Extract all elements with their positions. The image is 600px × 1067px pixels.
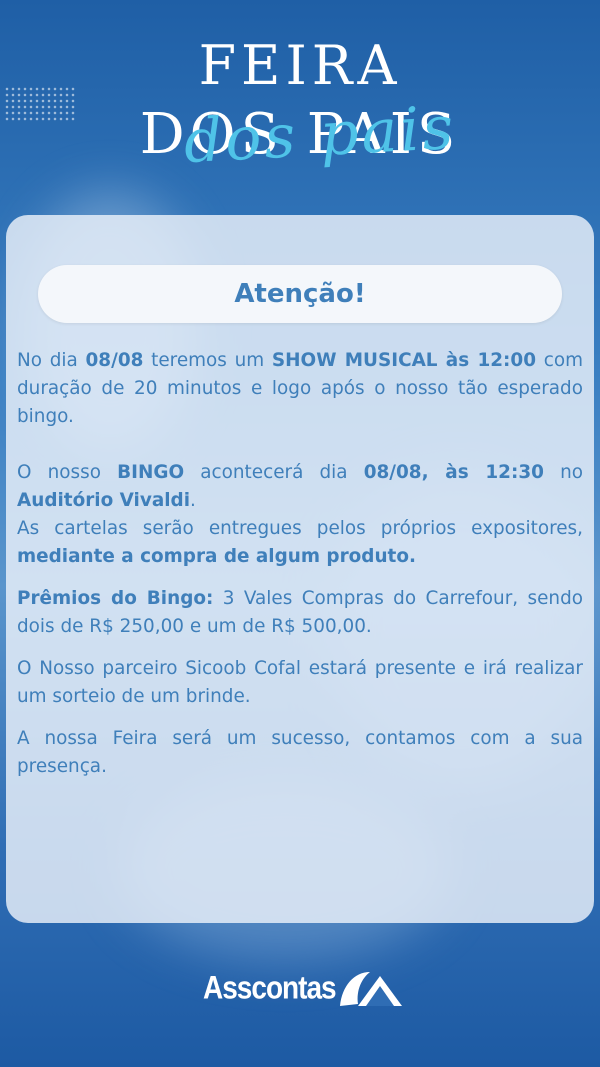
text: teremos um bbox=[143, 350, 272, 371]
text: no bbox=[543, 462, 583, 483]
announcement-content: No dia 08/08 teremos um SHOW MUSICAL às … bbox=[17, 347, 583, 781]
venue-highlight: Auditório Vivaldi bbox=[17, 490, 191, 511]
wave-triangle-icon bbox=[339, 972, 402, 1006]
title-feira: FEIRA bbox=[198, 34, 402, 97]
show-highlight: SHOW MUSICAL às 12:00 bbox=[271, 350, 536, 371]
text: As cartelas serão entregues pelos própri… bbox=[17, 518, 583, 539]
paragraph-bingo: O nosso BINGO acontecerá dia 08/08, às 1… bbox=[17, 459, 583, 515]
logo-text: Asscontas bbox=[203, 969, 337, 1006]
paragraph-sicoob: O Nosso parceiro Sicoob Cofal estará pre… bbox=[17, 655, 583, 711]
text: acontecerá dia bbox=[184, 462, 364, 483]
text: O Nosso parceiro Sicoob Cofal estará pre… bbox=[17, 658, 583, 707]
bingo-highlight: BINGO bbox=[117, 462, 185, 483]
text: O nosso bbox=[17, 462, 118, 483]
paragraph-closing: A nossa Feira será um sucesso, contamos … bbox=[17, 725, 583, 781]
text: No dia bbox=[17, 350, 86, 371]
asscontas-logo: Asscontas bbox=[203, 966, 406, 1010]
prizes-highlight: Prêmios do Bingo: bbox=[17, 588, 214, 609]
attention-banner: Atenção! bbox=[38, 265, 562, 323]
date-highlight: 08/08 bbox=[85, 350, 144, 371]
purchase-highlight: mediante a compra de algum produto. bbox=[17, 546, 416, 567]
text: A nossa Feira será um sucesso, contamos … bbox=[17, 728, 583, 777]
attention-label: Atenção! bbox=[234, 279, 366, 309]
paragraph-premios: Prêmios do Bingo: 3 Vales Compras do Car… bbox=[17, 585, 583, 641]
paragraph-cartelas: As cartelas serão entregues pelos própri… bbox=[17, 515, 583, 571]
text: . bbox=[190, 490, 196, 511]
paragraph-show: No dia 08/08 teremos um SHOW MUSICAL às … bbox=[17, 347, 583, 431]
datetime-highlight: 08/08, às 12:30 bbox=[363, 462, 544, 483]
